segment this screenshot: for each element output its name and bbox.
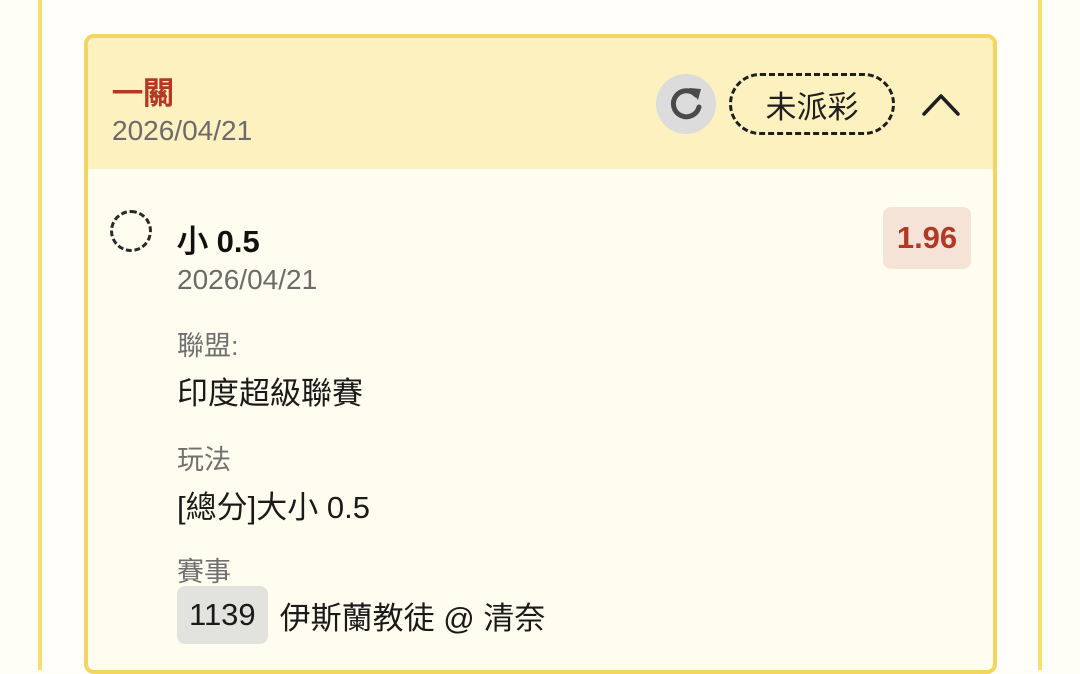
event-label: 賽事 xyxy=(177,557,231,587)
bet-slip-card: 一關 2026/04/21 未派彩 小 0.5 1.96 2026/04/21 … xyxy=(84,34,997,674)
market-label: 玩法 xyxy=(177,445,231,475)
league-label: 聯盟: xyxy=(177,331,239,361)
bet-slip-header[interactable]: 一關 2026/04/21 未派彩 xyxy=(88,38,993,169)
event-name: 伊斯蘭教徒 @ 清奈 xyxy=(279,600,546,636)
league-value: 印度超級聯賽 xyxy=(177,376,363,411)
market-value: [總分]大小 0.5 xyxy=(177,490,370,525)
bet-slip-date: 2026/04/21 xyxy=(112,115,253,146)
bet-date: 2026/04/21 xyxy=(177,264,318,295)
chevron-up-icon[interactable] xyxy=(918,82,964,126)
bet-type-title: 一關 xyxy=(112,76,174,111)
status-badge: 未派彩 xyxy=(729,73,895,135)
bet-selection: 小 0.5 xyxy=(177,224,260,259)
refresh-button[interactable] xyxy=(656,74,716,134)
event-id-badge: 1139 xyxy=(177,586,268,644)
refresh-icon xyxy=(670,88,702,120)
odds-badge: 1.96 xyxy=(883,207,971,269)
event-row: 1139 伊斯蘭教徒 @ 清奈 xyxy=(177,586,545,644)
bet-status-circle-icon xyxy=(110,210,152,252)
